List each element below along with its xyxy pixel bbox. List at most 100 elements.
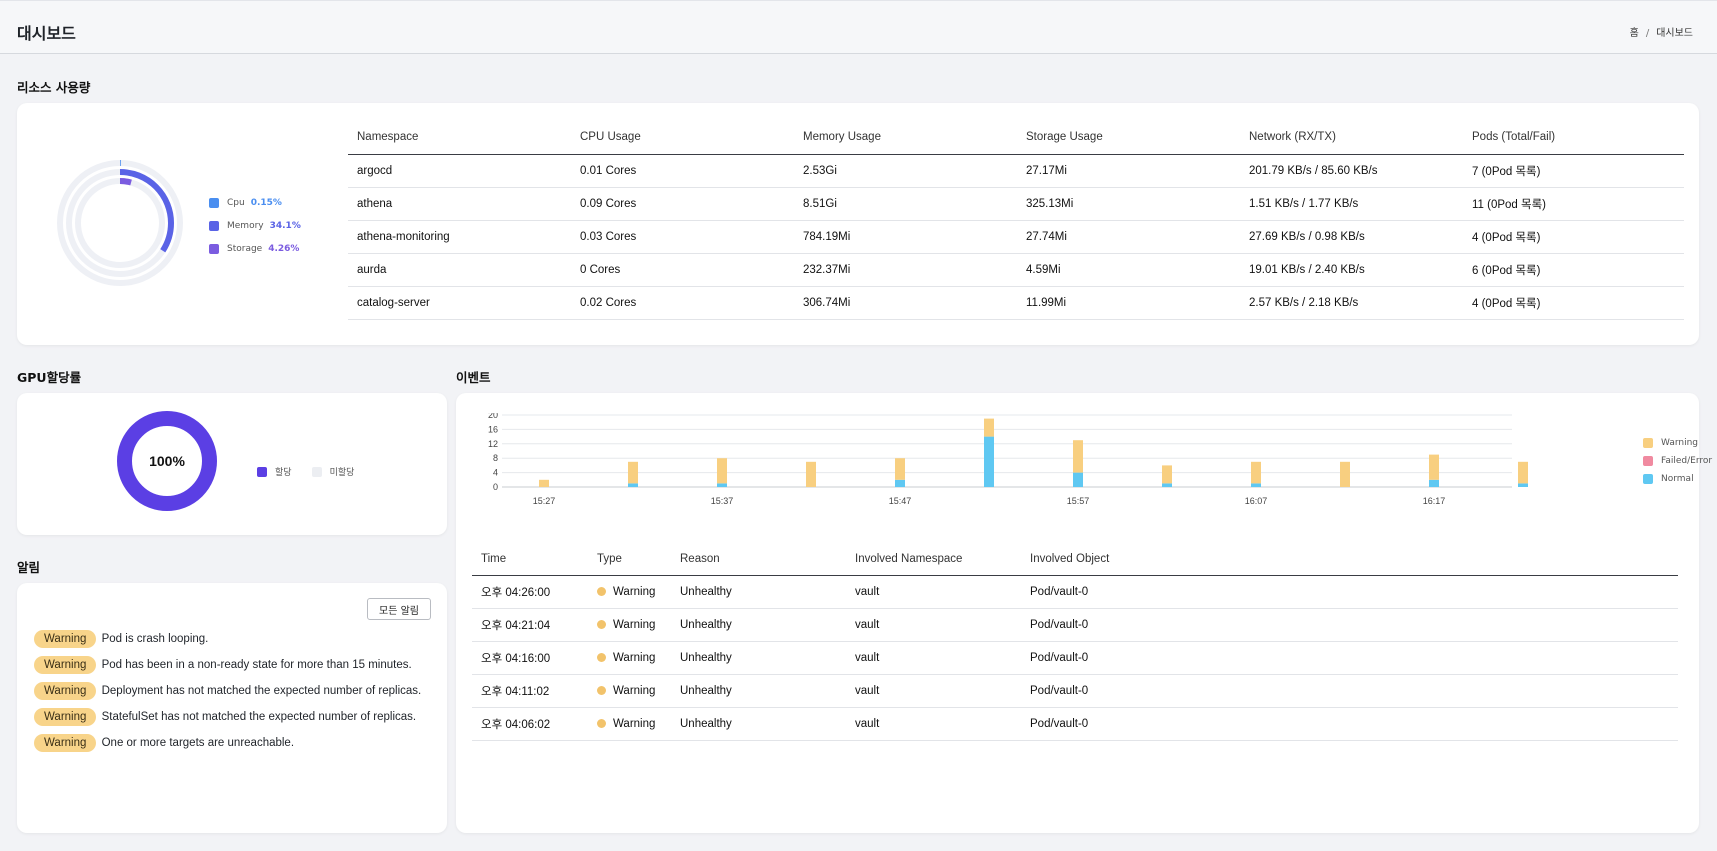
cell-reason: Unhealthy: [671, 608, 846, 642]
cell-type: Warning: [588, 674, 671, 708]
col-namespace: Involved Namespace: [846, 543, 1021, 576]
warning-badge: Warning: [34, 682, 97, 700]
alert-item[interactable]: Warning StatefulSet has not matched the …: [34, 708, 434, 726]
col-reason: Reason: [671, 543, 846, 576]
cell-namespace: athena-monitoring: [348, 220, 571, 254]
cell-network: 19.01 KB/s / 2.40 KB/s: [1240, 253, 1463, 287]
warning-dot-icon: [597, 587, 606, 596]
cell-object: Pod/vault-0: [1021, 641, 1678, 675]
failed-legend-label: Failed/Error: [1661, 456, 1713, 466]
storage-legend-swatch: [209, 243, 219, 254]
table-row[interactable]: argocd 0.01 Cores 2.53Gi 27.17Mi 201.79 …: [348, 154, 1684, 188]
alert-list: Warning Pod is crash looping. Warning Po…: [34, 630, 434, 760]
table-row[interactable]: 오후 04:21:04 Warning Unhealthy vault Pod/…: [472, 608, 1678, 642]
cell-memory: 2.53Gi: [794, 154, 1017, 188]
table-row[interactable]: 오후 04:26:00 Warning Unhealthy vault Pod/…: [472, 575, 1678, 609]
alert-item[interactable]: Warning Pod has been in a non-ready stat…: [34, 656, 434, 674]
table-row[interactable]: aurda 0 Cores 232.37Mi 4.59Mi 19.01 KB/s…: [348, 253, 1684, 287]
alert-text: One or more targets are unreachable.: [101, 737, 295, 749]
cell-type: Warning: [588, 575, 671, 609]
cell-network: 201.79 KB/s / 85.60 KB/s: [1240, 154, 1463, 188]
cell-storage: 4.59Mi: [1017, 253, 1240, 287]
cell-reason: Unhealthy: [671, 707, 846, 741]
col-object: Involved Object: [1021, 543, 1678, 576]
gpu-donut-chart: 100%: [117, 411, 217, 511]
alert-item[interactable]: Warning Pod is crash looping.: [34, 630, 434, 648]
cell-object: Pod/vault-0: [1021, 707, 1678, 741]
breadcrumb-current: 대시보드: [1656, 28, 1693, 39]
warning-legend-label: Warning: [1661, 438, 1699, 448]
memory-legend-value: 34.1%: [269, 220, 301, 231]
cell-storage: 325.13Mi: [1017, 187, 1240, 221]
warning-badge: Warning: [34, 734, 97, 752]
storage-legend-value: 4.26%: [268, 243, 300, 254]
cell-storage: 27.74Mi: [1017, 220, 1240, 254]
legend-item-unallocated[interactable]: 미할당: [311, 460, 354, 483]
cell-time: 오후 04:06:02: [472, 707, 588, 741]
legend-item-memory[interactable]: Memory 34.1%: [209, 214, 301, 237]
cell-namespace: catalog-server: [348, 286, 571, 320]
legend-item-cpu[interactable]: Cpu 0.15%: [209, 191, 301, 214]
bar-warning: [984, 418, 994, 437]
cell-memory: 232.37Mi: [794, 253, 1017, 287]
resource-rings-chart: [57, 160, 183, 286]
col-memory-usage: Memory Usage: [794, 120, 1017, 155]
legend-item-failed[interactable]: Failed/Error: [1643, 452, 1712, 470]
table-row[interactable]: athena-monitoring 0.03 Cores 784.19Mi 27…: [348, 220, 1684, 254]
alert-item[interactable]: Warning One or more targets are unreacha…: [34, 734, 434, 752]
type-label: Warning: [613, 652, 656, 664]
bar-normal: [895, 479, 905, 487]
y-tick-label: 20: [488, 413, 498, 420]
cell-namespace: vault: [846, 707, 1021, 741]
legend-item-storage[interactable]: Storage 4.26%: [209, 237, 301, 260]
bar-warning: [717, 458, 727, 484]
table-row[interactable]: 오후 04:11:02 Warning Unhealthy vault Pod/…: [472, 674, 1678, 708]
allocated-label: 할당: [275, 468, 292, 478]
bar-warning: [895, 458, 905, 480]
legend-item-normal[interactable]: Normal: [1643, 470, 1712, 488]
bar-warning: [1518, 461, 1528, 484]
type-label: Warning: [613, 586, 656, 598]
storage-ring-track: [75, 178, 165, 268]
alerts-card: 모든 알림 Warning Pod is crash looping. Warn…: [17, 583, 447, 833]
cell-namespace: vault: [846, 608, 1021, 642]
breadcrumb: 홈 / 대시보드: [1630, 24, 1693, 39]
bar-warning: [1162, 465, 1172, 484]
table-row[interactable]: 오후 04:16:00 Warning Unhealthy vault Pod/…: [472, 641, 1678, 675]
cell-namespace: vault: [846, 641, 1021, 675]
y-tick-label: 4: [493, 468, 498, 478]
type-label: Warning: [613, 619, 656, 631]
cell-cpu: 0.01 Cores: [571, 154, 794, 188]
all-alerts-button[interactable]: 모든 알림: [367, 598, 431, 620]
cell-pods: 4 (0Pod 목록): [1463, 286, 1684, 320]
normal-legend-label: Normal: [1661, 474, 1694, 484]
cpu-legend-value: 0.15%: [250, 197, 282, 208]
cell-pods: 4 (0Pod 목록): [1463, 220, 1684, 254]
table-row[interactable]: 오후 04:06:02 Warning Unhealthy vault Pod/…: [472, 707, 1678, 741]
events-section-title: 이벤트: [456, 370, 491, 385]
cell-network: 27.69 KB/s / 0.98 KB/s: [1240, 220, 1463, 254]
bar-normal: [1162, 483, 1172, 487]
warning-swatch: [1643, 438, 1653, 448]
alert-item[interactable]: Warning Deployment has not matched the e…: [34, 682, 434, 700]
cell-pods: 6 (0Pod 목록): [1463, 253, 1684, 287]
bar-warning: [1340, 461, 1350, 487]
warning-dot-icon: [597, 719, 606, 728]
x-tick-label: 15:47: [889, 496, 912, 506]
x-tick-label: 16:17: [1423, 496, 1446, 506]
storage-legend-label: Storage: [227, 243, 263, 254]
cell-type: Warning: [588, 608, 671, 642]
legend-item-warning[interactable]: Warning: [1643, 434, 1712, 452]
breadcrumb-home[interactable]: 홈: [1630, 28, 1639, 39]
col-storage-usage: Storage Usage: [1017, 120, 1240, 155]
table-row[interactable]: catalog-server 0.02 Cores 306.74Mi 11.99…: [348, 286, 1684, 320]
top-bar: 대시보드 홈 / 대시보드: [0, 0, 1717, 54]
gpu-legend: 할당 미할당: [257, 460, 354, 483]
cell-cpu: 0.03 Cores: [571, 220, 794, 254]
bar-normal: [1251, 483, 1261, 487]
cell-time: 오후 04:11:02: [472, 674, 588, 708]
table-row[interactable]: athena 0.09 Cores 8.51Gi 325.13Mi 1.51 K…: [348, 187, 1684, 221]
col-namespace: Namespace: [348, 120, 571, 155]
bar-warning: [628, 461, 638, 484]
legend-item-allocated[interactable]: 할당: [257, 460, 292, 483]
